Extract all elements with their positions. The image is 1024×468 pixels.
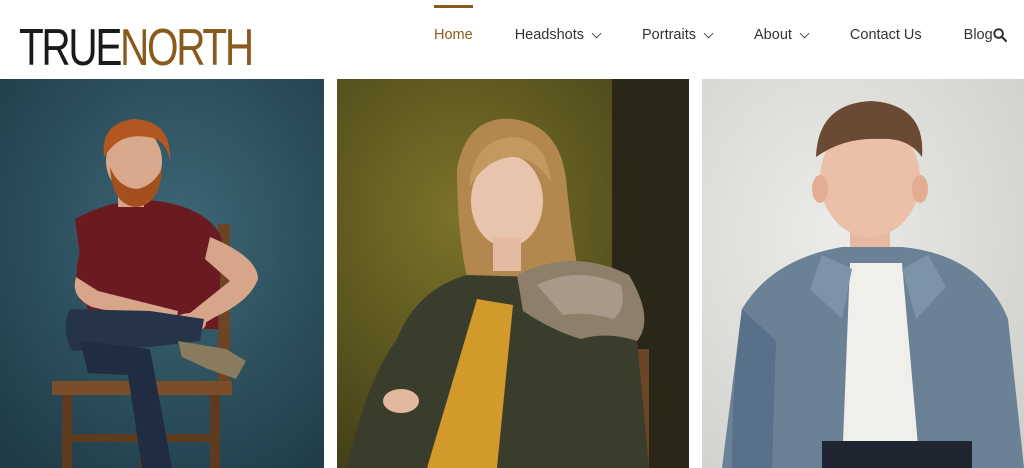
main-nav: Home Headshots Portraits About Contact U…: [420, 0, 993, 70]
nav-item-label: Blog: [963, 27, 993, 43]
portrait-image-2: [337, 79, 689, 468]
chevron-down-icon: [703, 28, 714, 38]
portrait-gallery: [0, 79, 1024, 468]
nav-item-blog[interactable]: Blog: [964, 0, 993, 70]
nav-item-headshots[interactable]: Headshots: [514, 0, 602, 70]
nav-item-label: About: [754, 27, 792, 43]
site-header: TRUE NORTH Home Headshots Portraits About…: [0, 0, 1024, 79]
portrait-photo-1[interactable]: [0, 79, 324, 468]
nav-item-label: Headshots: [514, 27, 585, 43]
nav-item-label: Portraits: [642, 27, 697, 43]
site-logo[interactable]: TRUE NORTH: [19, 19, 254, 77]
logo-text-true: TRUE: [19, 19, 122, 77]
nav-item-label: Home: [434, 27, 473, 43]
nav-item-home[interactable]: Home: [434, 0, 473, 70]
portrait-photo-3[interactable]: [702, 79, 1024, 468]
portrait-photo-2[interactable]: [337, 79, 689, 468]
logo-text-north: NORTH: [120, 19, 254, 77]
nav-item-portraits[interactable]: Portraits: [642, 0, 714, 70]
nav-item-contact-us[interactable]: Contact Us: [850, 0, 922, 70]
nav-item-about[interactable]: About: [754, 0, 810, 70]
chevron-down-icon: [591, 28, 602, 38]
search-icon[interactable]: [993, 28, 1007, 42]
portrait-image-3: [702, 79, 1024, 468]
nav-item-label: Contact Us: [849, 27, 922, 43]
portrait-image-1: [0, 79, 324, 468]
chevron-down-icon: [799, 28, 810, 38]
